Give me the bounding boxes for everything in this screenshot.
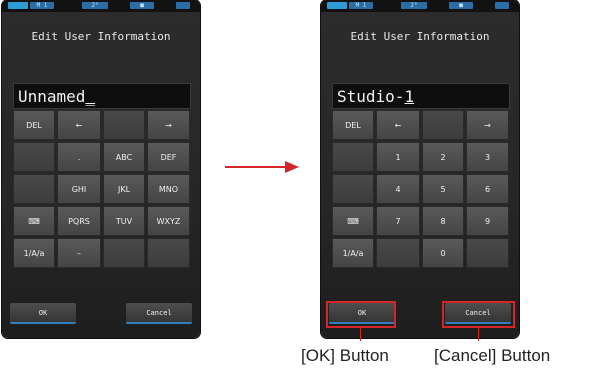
key-jkl[interactable]: JKL: [103, 174, 145, 204]
key-blank: [13, 142, 55, 172]
transition-arrow-icon: [225, 161, 299, 173]
key-blank: [332, 142, 374, 172]
key-wxyz[interactable]: WXYZ: [147, 206, 190, 236]
angle-indicator: 2°: [82, 2, 108, 9]
key-blank: [103, 238, 145, 268]
ok-button-highlight: [326, 301, 396, 328]
input-cursor: 1: [404, 87, 415, 106]
key-delete[interactable]: DEL: [332, 110, 374, 140]
key-abc[interactable]: ABC: [103, 142, 145, 172]
key-4[interactable]: 4: [376, 174, 420, 204]
meter-screen-after: M 1 2° ■ Edit User Information Studio-1 …: [321, 0, 519, 338]
status-bar: M 1 2° ■: [321, 0, 519, 12]
cancel-callout-label: [Cancel] Button: [434, 346, 551, 365]
key-delete[interactable]: DEL: [13, 110, 55, 140]
keyboard-icon[interactable]: ⌨: [13, 206, 55, 236]
key-tuv[interactable]: TUV: [103, 206, 145, 236]
key-blank: [376, 238, 420, 268]
key-1[interactable]: 1: [376, 142, 420, 172]
key-pqrs[interactable]: PQRS: [57, 206, 101, 236]
ok-leader-line: [360, 328, 361, 341]
key-right-arrow[interactable]: →: [466, 110, 509, 140]
key-left-arrow[interactable]: ←: [57, 110, 101, 140]
meter-screen-before: M 1 2° ■ Edit User Information Unnamed_ …: [2, 0, 200, 338]
ok-callout-label: [OK] Button: [301, 346, 389, 365]
key-9[interactable]: 9: [466, 206, 509, 236]
key-input-mode[interactable]: 1/A/a: [332, 238, 374, 268]
cancel-leader-line: [478, 328, 479, 341]
cancel-button[interactable]: Cancel: [126, 303, 192, 324]
input-cursor: _: [85, 87, 96, 106]
key-period[interactable]: .: [57, 142, 101, 172]
mode-indicator: ■: [130, 2, 154, 9]
battery-icon: [327, 2, 347, 9]
lock-icon: [495, 2, 509, 9]
key-0[interactable]: 0: [422, 238, 464, 268]
mode-indicator: ■: [449, 2, 473, 9]
key-7[interactable]: 7: [376, 206, 420, 236]
screen-title: Edit User Information: [31, 30, 171, 43]
key-input-mode[interactable]: 1/A/a: [13, 238, 55, 268]
key-blank: [13, 174, 55, 204]
ok-button[interactable]: OK: [10, 303, 76, 324]
lock-icon: [176, 2, 190, 9]
memory-indicator: M 1: [349, 2, 373, 9]
memory-indicator: M 1: [30, 2, 54, 9]
key-2[interactable]: 2: [422, 142, 464, 172]
key-right-arrow[interactable]: →: [147, 110, 190, 140]
key-8[interactable]: 8: [422, 206, 464, 236]
status-bar: M 1 2° ■: [2, 0, 200, 12]
keyboard-icon[interactable]: ⌨: [332, 206, 374, 236]
keypad-numbers: DEL ← → 1 2 3 4 5 6 ⌨ 7 8 9 1/A/a 0: [332, 110, 509, 268]
screen-title: Edit User Information: [350, 30, 490, 43]
name-input[interactable]: Studio-1: [332, 83, 510, 109]
name-input[interactable]: Unnamed_: [13, 83, 191, 109]
angle-indicator: 2°: [401, 2, 427, 9]
input-text: Studio-: [337, 87, 405, 106]
key-def[interactable]: DEF: [147, 142, 190, 172]
battery-icon: [8, 2, 28, 9]
key-blank: [466, 238, 509, 268]
input-text: Unnamed: [18, 87, 86, 106]
key-blank: [332, 174, 374, 204]
cancel-button-highlight: [442, 301, 515, 328]
key-6[interactable]: 6: [466, 174, 509, 204]
key-left-arrow[interactable]: ←: [376, 110, 420, 140]
key-blank: [147, 238, 190, 268]
key-blank: [422, 110, 464, 140]
key-mno[interactable]: MNO: [147, 174, 190, 204]
keypad-letters: DEL ← → . ABC DEF GHI JKL MNO ⌨ PQRS TUV…: [13, 110, 190, 268]
key-blank: [103, 110, 145, 140]
key-3[interactable]: 3: [466, 142, 509, 172]
key-5[interactable]: 5: [422, 174, 464, 204]
key-ghi[interactable]: GHI: [57, 174, 101, 204]
key-dash[interactable]: –: [57, 238, 101, 268]
